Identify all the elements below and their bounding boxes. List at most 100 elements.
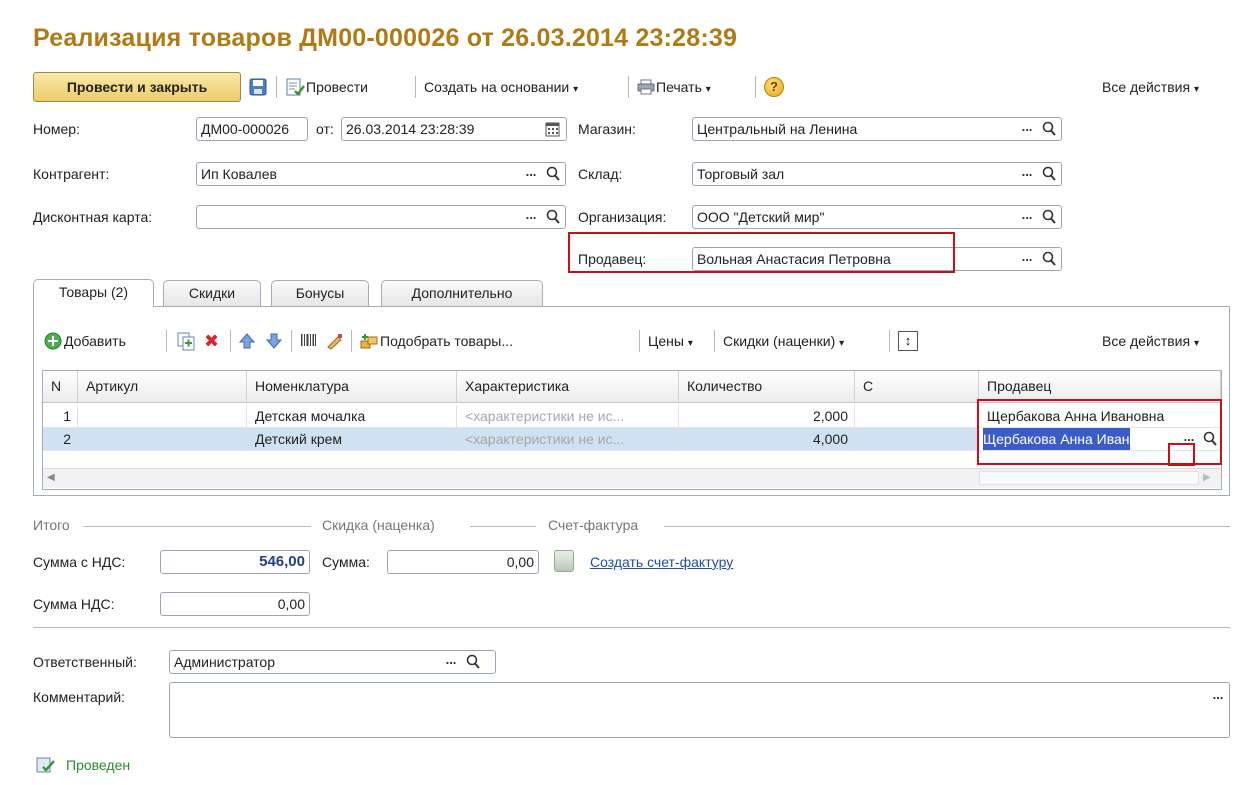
seller-highlight-frame xyxy=(568,232,955,273)
counterparty-field[interactable]: Ип Ковалев xyxy=(196,162,566,186)
discount-section-title: Скидка (наценка) xyxy=(322,517,435,533)
discount-card-select-button[interactable]: ... xyxy=(522,206,540,228)
discount-sum-label: Сумма: xyxy=(322,554,370,570)
table-all-actions-label: Все действия xyxy=(1102,333,1191,349)
post-and-close-button[interactable]: Провести и закрыть xyxy=(33,72,241,102)
all-actions-menu[interactable]: Все действия ▾ xyxy=(1102,76,1199,98)
help-icon[interactable]: ? xyxy=(764,77,784,97)
comment-expand-button[interactable]: ... xyxy=(1209,686,1227,708)
responsible-search-icon[interactable] xyxy=(465,651,481,673)
post-document-icon[interactable] xyxy=(285,77,305,100)
column-header-qty[interactable]: Количество xyxy=(679,371,855,403)
delete-row-icon[interactable]: ✖ xyxy=(204,332,219,350)
sum-vat-field: 546,00 xyxy=(160,550,310,574)
counterparty-label: Контрагент: xyxy=(33,166,110,182)
add-icon[interactable] xyxy=(44,332,62,353)
prices-menu[interactable]: Цены ▾ xyxy=(648,330,693,352)
table-row-2-qty[interactable]: 4,000 xyxy=(679,428,855,451)
table-row-1-spec[interactable]: <характеристики не ис... xyxy=(457,405,679,428)
create-based-on-menu[interactable]: Создать на основании ▾ xyxy=(424,76,578,98)
dropdown-arrow-icon: ▾ xyxy=(839,338,845,349)
discount-sum-field: 0,00 xyxy=(387,550,539,574)
calendar-icon[interactable] xyxy=(545,122,560,140)
discount-card-label: Дисконтная карта: xyxy=(33,209,153,225)
discount-card-field[interactable] xyxy=(196,205,566,229)
dropdown-arrow-icon: ▾ xyxy=(1193,84,1199,95)
responsible-label: Ответственный: xyxy=(33,654,137,670)
number-field[interactable]: ДМ00-000026 xyxy=(196,117,308,141)
warehouse-select-button[interactable]: ... xyxy=(1018,163,1036,185)
table-all-actions-menu[interactable]: Все действия ▾ xyxy=(1102,330,1199,352)
organization-search-icon[interactable] xyxy=(1041,206,1057,228)
counterparty-value: Ип Ковалев xyxy=(201,166,277,182)
barcode-icon[interactable] xyxy=(300,332,318,353)
table-row-1-n: 1 xyxy=(43,405,78,428)
horizontal-scrollbar[interactable]: ◀ ▶ xyxy=(43,468,1221,488)
organization-select-button[interactable]: ... xyxy=(1018,206,1036,228)
tab-discounts[interactable]: Скидки xyxy=(163,280,261,306)
organization-field[interactable]: ООО "Детский мир" xyxy=(692,205,1062,229)
column-header-spec[interactable]: Характеристика xyxy=(457,371,679,403)
organization-label: Организация: xyxy=(578,209,667,225)
dropdown-arrow-icon: ▾ xyxy=(705,84,711,95)
printer-icon xyxy=(637,79,655,98)
seller-select-button[interactable]: ... xyxy=(1018,248,1036,270)
column-header-item[interactable]: Номенклатура xyxy=(247,371,457,403)
table-row-2-spec[interactable]: <характеристики не ис... xyxy=(457,428,679,451)
pick-goods-icon[interactable] xyxy=(360,332,380,353)
tab-bonuses[interactable]: Бонусы xyxy=(271,280,369,306)
column-header-n[interactable]: N xyxy=(43,371,78,403)
store-select-button[interactable]: ... xyxy=(1018,118,1036,140)
move-up-icon[interactable] xyxy=(238,332,256,353)
table-row-2-c[interactable] xyxy=(855,428,979,451)
warehouse-label: Склад: xyxy=(578,166,623,182)
tab-additional[interactable]: Дополнительно xyxy=(381,280,543,306)
warehouse-search-icon[interactable] xyxy=(1041,163,1057,185)
scroll-right-icon[interactable]: ▶ xyxy=(1203,472,1211,483)
store-value: Центральный на Ленина xyxy=(697,121,858,137)
store-label: Магазин: xyxy=(578,121,636,137)
seller-search-icon[interactable] xyxy=(1041,248,1057,270)
column-height-icon[interactable]: ↕ xyxy=(898,331,918,351)
invoice-document-icon[interactable] xyxy=(554,550,574,572)
table-row-1-qty[interactable]: 2,000 xyxy=(679,405,855,428)
print-menu[interactable]: Печать ▾ xyxy=(656,76,711,98)
table-row-1-c[interactable] xyxy=(855,405,979,428)
scroll-left-icon[interactable]: ◀ xyxy=(47,472,55,483)
column-header-article[interactable]: Артикул xyxy=(78,371,247,403)
table-row-1-article[interactable] xyxy=(78,405,247,428)
table-row-2-item[interactable]: Детский крем xyxy=(247,428,457,451)
dropdown-arrow-icon: ▾ xyxy=(573,84,579,95)
pick-goods-button[interactable]: Подобрать товары... xyxy=(380,330,513,352)
store-field[interactable]: Центральный на Ленина xyxy=(692,117,1062,141)
table-row-2-article[interactable] xyxy=(78,428,247,451)
scanner-icon[interactable] xyxy=(326,332,344,353)
comment-field[interactable] xyxy=(169,682,1230,738)
prices-label: Цены xyxy=(648,333,684,349)
posted-status-text: Проведен xyxy=(66,757,131,773)
warehouse-field[interactable]: Торговый зал xyxy=(692,162,1062,186)
discount-card-search-icon[interactable] xyxy=(545,206,561,228)
discounts-menu[interactable]: Скидки (наценки) ▾ xyxy=(723,330,844,352)
select-button-highlight-frame xyxy=(1168,443,1195,466)
store-search-icon[interactable] xyxy=(1041,118,1057,140)
save-icon[interactable] xyxy=(249,78,267,99)
post-button[interactable]: Провести xyxy=(306,76,368,98)
counterparty-search-icon[interactable] xyxy=(545,163,561,185)
tab-goods[interactable]: Товары (2) xyxy=(33,279,154,307)
move-down-icon[interactable] xyxy=(265,332,283,353)
responsible-select-button[interactable]: ... xyxy=(442,651,460,673)
number-label: Номер: xyxy=(33,121,80,137)
posted-status-icon xyxy=(36,756,56,777)
vat-label: Сумма НДС: xyxy=(33,596,115,612)
date-field[interactable]: 26.03.2014 23:28:39 xyxy=(341,117,567,141)
column-header-c[interactable]: С xyxy=(855,371,979,403)
scrollbar-thumb[interactable] xyxy=(979,471,1199,485)
add-row-button[interactable]: Добавить xyxy=(64,330,126,352)
create-invoice-link[interactable]: Создать счет-фактуру xyxy=(590,551,733,573)
counterparty-select-button[interactable]: ... xyxy=(522,163,540,185)
totals-section-title: Итого xyxy=(33,517,70,533)
table-row-1-item[interactable]: Детская мочалка xyxy=(247,405,457,428)
discounts-label: Скидки (наценки) xyxy=(723,333,836,349)
copy-row-icon[interactable] xyxy=(176,331,196,354)
